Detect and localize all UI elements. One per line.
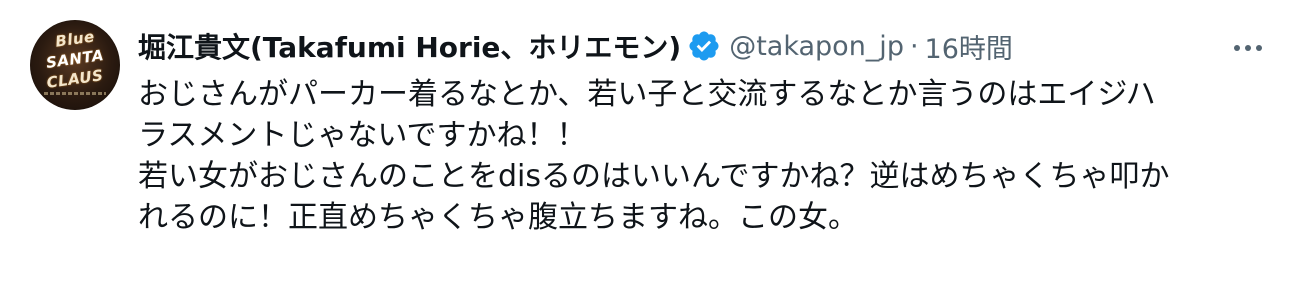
tweet-text-line: 若い女がおじさんのことをdisるのはいいんですかね？逆はめちゃくちゃ叩か xyxy=(138,159,1170,194)
tweet-text: おじさんがパーカー着るなとか、若い子と交流するなとか言うのはエイジハ ラスメント… xyxy=(138,74,1268,238)
tweet-text-line: おじさんがパーカー着るなとか、若い子と交流するなとか言うのはエイジハ xyxy=(138,77,1156,112)
tweet[interactable]: Blue SANTA CLAUS 堀江貴文(Takafumi Horie、ホリエ… xyxy=(0,0,1300,293)
verified-badge-icon[interactable] xyxy=(687,29,721,63)
timestamp[interactable]: 16時間 xyxy=(925,27,1013,66)
avatar[interactable]: Blue SANTA CLAUS xyxy=(30,20,120,110)
user-handle[interactable]: @takapon_jp xyxy=(729,31,904,62)
tweet-header: 堀江貴文(Takafumi Horie、ホリエモン) @takapon_jp ·… xyxy=(138,24,1013,68)
display-name[interactable]: 堀江貴文(Takafumi Horie、ホリエモン) xyxy=(138,26,681,66)
avatar-decoration xyxy=(44,92,106,95)
separator-dot: · xyxy=(909,30,919,62)
more-horizontal-icon xyxy=(1256,45,1262,51)
tweet-text-line: ラスメントじゃないですかね！！ xyxy=(138,118,587,153)
more-horizontal-icon xyxy=(1245,45,1251,51)
tweet-text-line: れるのに！正直めちゃくちゃ腹立ちますね。この女。 xyxy=(138,200,858,235)
more-options-button[interactable] xyxy=(1226,28,1270,68)
more-horizontal-icon xyxy=(1234,45,1240,51)
